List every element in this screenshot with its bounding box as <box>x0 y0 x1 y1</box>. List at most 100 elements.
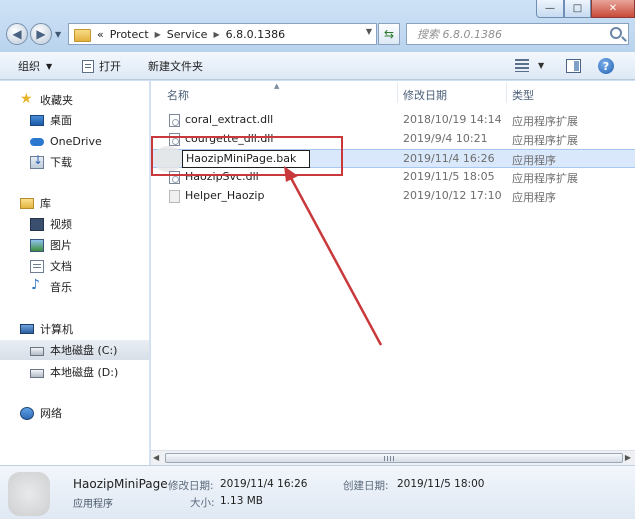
picture-icon <box>30 238 44 252</box>
search-placeholder: 搜索 6.8.0.1386 <box>417 28 502 41</box>
open-button[interactable]: 打开 <box>82 58 121 74</box>
library-icon <box>20 197 34 209</box>
view-options-icon[interactable] <box>515 59 529 72</box>
breadcrumb-service[interactable]: Service <box>167 28 208 41</box>
file-name: courgette_dll.dll <box>185 132 274 145</box>
view-dropdown-icon[interactable]: ▼ <box>538 61 544 70</box>
back-button[interactable]: ◀ <box>6 23 28 45</box>
details-size-label: 大小: <box>190 497 215 509</box>
drive-icon <box>30 347 44 356</box>
details-modified-label: 修改日期: <box>168 480 214 492</box>
file-type: 应用程序扩展 <box>512 172 578 185</box>
grip-icon <box>384 456 394 461</box>
rename-input[interactable]: HaozipMiniPage.bak <box>182 150 310 168</box>
breadcrumb-version[interactable]: 6.8.0.1386 <box>226 28 285 41</box>
file-list: ▲ 名称 修改日期 类型 coral_extract.dll 2018/10/1… <box>151 81 635 465</box>
nav-libraries[interactable]: 库 <box>20 193 169 213</box>
title-bar: — □ ✕ ◀ ▶ ▼ « Protect ▶ Service ▶ 6.8.0.… <box>0 0 635 52</box>
nav-downloads-label: 下载 <box>50 156 72 169</box>
application-file-icon <box>169 190 180 203</box>
nav-onedrive-label: OneDrive <box>50 134 102 148</box>
file-modified: 2019/11/4 16:26 <box>403 152 495 165</box>
file-name: Helper_Haozip <box>185 189 265 202</box>
nav-music-label: 音乐 <box>50 281 72 294</box>
file-name: coral_extract.dll <box>185 113 274 126</box>
music-icon <box>30 277 44 294</box>
star-icon <box>20 91 34 107</box>
scrollbar-thumb[interactable] <box>165 453 623 463</box>
file-row[interactable]: Helper_Haozip 2019/10/12 17:10 应用程序 <box>151 187 635 206</box>
computer-icon <box>20 324 34 334</box>
file-type: 应用程序 <box>512 191 556 204</box>
refresh-button[interactable]: ⇆ <box>378 23 400 45</box>
column-header-modified[interactable]: 修改日期 <box>403 87 447 103</box>
dll-file-icon <box>169 114 180 127</box>
file-row-selected[interactable]: HaozipMiniPage.bak 2019/11/4 16:26 应用程序 <box>151 146 635 172</box>
scroll-right-icon[interactable]: ▶ <box>625 453 631 462</box>
nav-favorites[interactable]: 收藏夹 <box>20 90 169 110</box>
nav-drive-c[interactable]: 本地磁盘 (C:) <box>0 340 149 360</box>
dll-file-icon <box>169 171 180 184</box>
download-icon <box>30 153 44 169</box>
column-header-name[interactable]: 名称 <box>167 87 189 103</box>
nav-drive-d-label: 本地磁盘 (D:) <box>50 366 119 379</box>
recent-pages-dropdown-icon[interactable]: ▼ <box>55 30 61 39</box>
forward-arrow-icon: ▶ <box>36 27 46 41</box>
file-name: HaozipSvc.dll <box>185 170 259 183</box>
file-row[interactable]: coral_extract.dll 2018/10/19 14:14 应用程序扩… <box>151 111 635 130</box>
nav-network-label: 网络 <box>40 407 62 420</box>
details-pane: HaozipMiniPage 应用程序 修改日期: 2019/11/4 16:2… <box>0 465 635 519</box>
address-bar[interactable]: « Protect ▶ Service ▶ 6.8.0.1386 ▼ <box>68 23 377 45</box>
details-created-label: 创建日期: <box>343 480 389 492</box>
document-icon <box>30 259 44 273</box>
minimize-button[interactable]: — <box>536 0 564 18</box>
desktop-icon <box>30 114 44 126</box>
column-divider[interactable] <box>506 83 507 103</box>
file-modified: 2019/11/5 18:05 <box>403 170 495 183</box>
new-folder-button[interactable]: 新建文件夹 <box>148 58 203 74</box>
details-file-type: 应用程序 <box>73 499 113 510</box>
breadcrumb-separator-icon[interactable]: ▶ <box>213 30 219 39</box>
network-icon <box>20 406 34 420</box>
nav-documents-label: 文档 <box>50 260 72 273</box>
scroll-left-icon[interactable]: ◀ <box>153 453 159 462</box>
open-icon <box>82 59 94 73</box>
file-type: 应用程序扩展 <box>512 115 578 128</box>
folder-icon <box>73 27 91 42</box>
breadcrumb-separator-icon[interactable]: ▶ <box>155 30 161 39</box>
close-button[interactable]: ✕ <box>591 0 635 18</box>
details-created-value: 2019/11/5 18:00 <box>397 478 485 490</box>
preview-pane-icon[interactable] <box>566 59 581 73</box>
horizontal-scrollbar[interactable]: ◀ ▶ <box>151 450 635 465</box>
file-row[interactable]: HaozipSvc.dll 2019/11/5 18:05 应用程序扩展 <box>151 168 635 187</box>
navigation-pane: 收藏夹 桌面 OneDrive 下载 库 视频 图片 文档 音乐 计算机 本地磁… <box>0 81 150 465</box>
maximize-button[interactable]: □ <box>564 0 591 18</box>
address-prefix[interactable]: « <box>97 28 104 41</box>
nav-network[interactable]: 网络 <box>20 403 169 423</box>
column-divider[interactable] <box>397 83 398 103</box>
nav-pictures-label: 图片 <box>50 239 72 252</box>
organize-button[interactable]: 组织 ▼ <box>18 58 52 74</box>
new-folder-label: 新建文件夹 <box>148 60 203 73</box>
nav-drive-c-label: 本地磁盘 (C:) <box>50 344 118 357</box>
file-modified: 2018/10/19 14:14 <box>403 113 502 126</box>
search-icon[interactable] <box>610 27 622 39</box>
search-input[interactable]: 搜索 6.8.0.1386 <box>406 23 629 45</box>
refresh-icon: ⇆ <box>383 27 395 41</box>
file-modified: 2019/10/12 17:10 <box>403 189 502 202</box>
nav-videos-label: 视频 <box>50 218 72 231</box>
column-header-type[interactable]: 类型 <box>512 87 534 103</box>
nav-computer[interactable]: 计算机 <box>20 319 169 339</box>
chevron-down-icon: ▼ <box>46 61 53 71</box>
help-icon[interactable]: ? <box>598 58 614 74</box>
details-size-value: 1.13 MB <box>220 495 263 507</box>
forward-button[interactable]: ▶ <box>30 23 52 45</box>
nav-computer-label: 计算机 <box>40 323 73 336</box>
file-row[interactable]: courgette_dll.dll 2019/9/4 10:21 应用程序扩展 <box>151 130 635 149</box>
details-file-name: HaozipMiniPage <box>73 477 168 491</box>
video-icon <box>30 217 44 231</box>
nav-favorites-label: 收藏夹 <box>40 94 73 107</box>
address-dropdown-icon[interactable]: ▼ <box>366 27 372 36</box>
breadcrumb-protect[interactable]: Protect <box>110 28 149 41</box>
details-modified-value: 2019/11/4 16:26 <box>220 478 308 490</box>
